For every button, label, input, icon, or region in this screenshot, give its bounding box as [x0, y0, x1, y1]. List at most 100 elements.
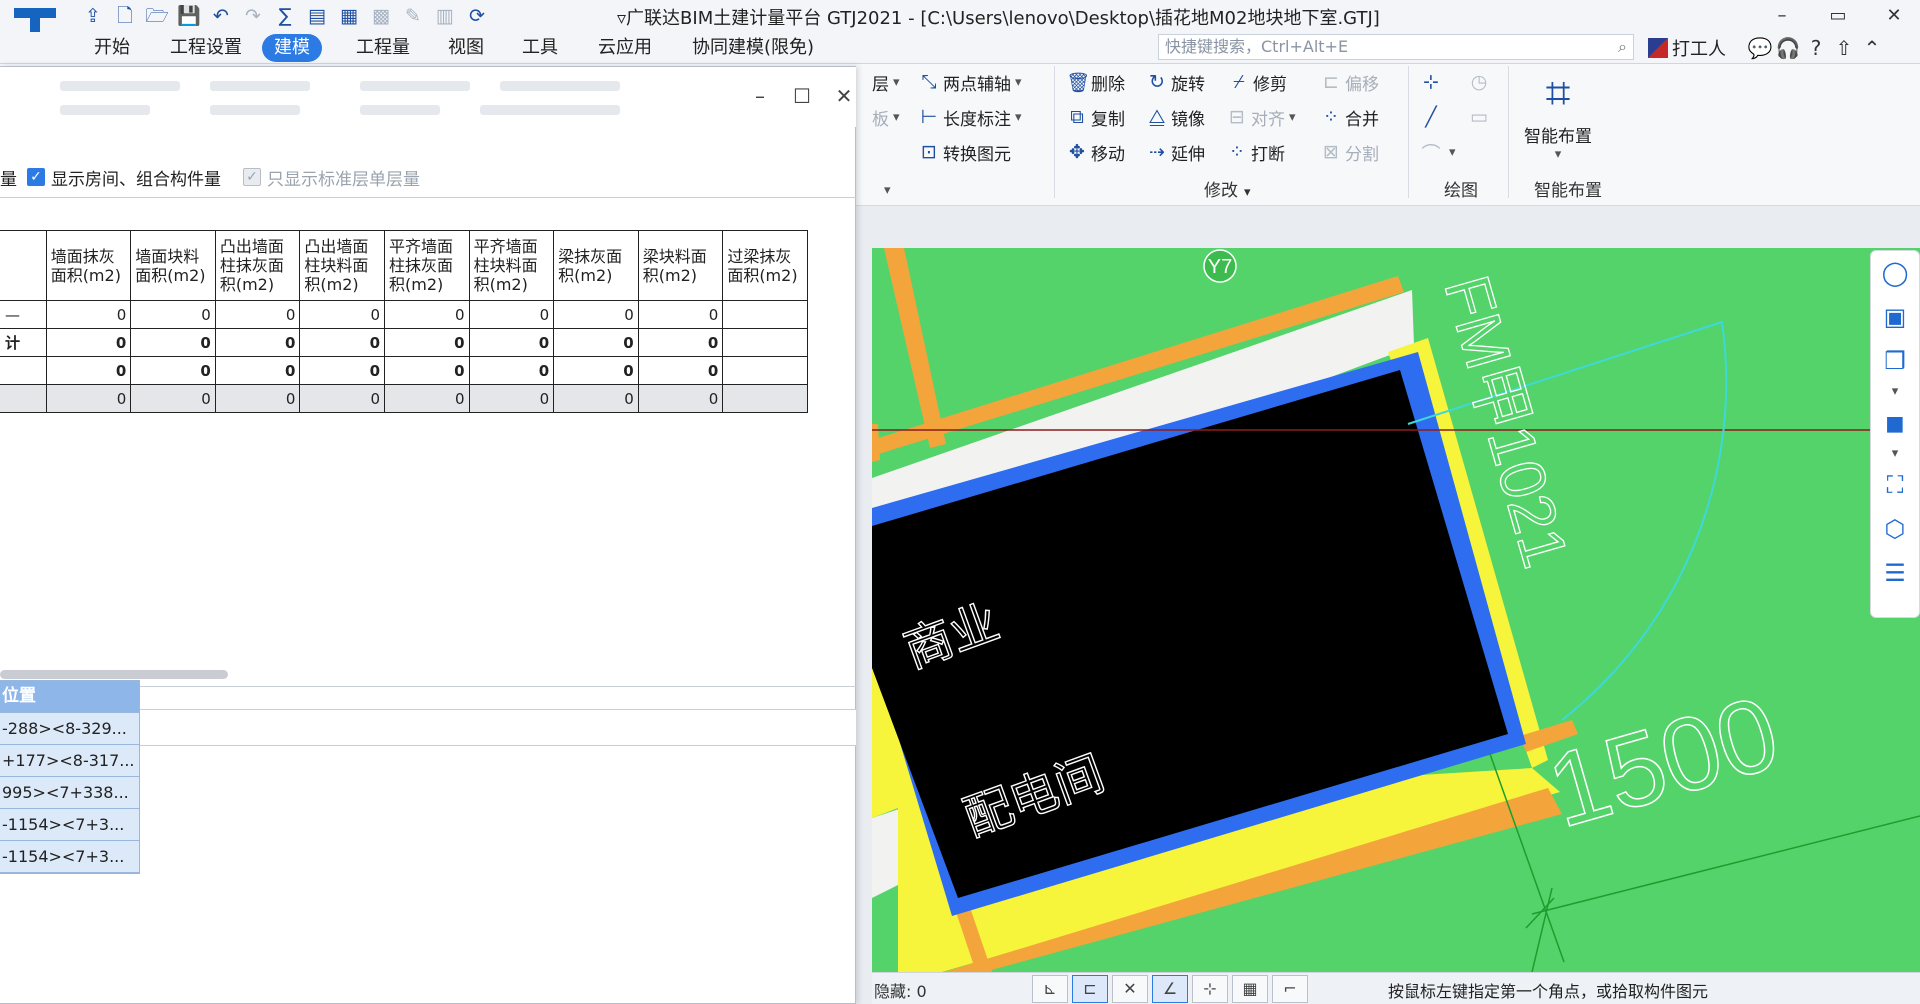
upload-icon[interactable]: ⇪ — [80, 4, 106, 28]
panel-minimize-button[interactable]: – — [742, 81, 778, 111]
shortcut-search-input[interactable]: 快捷键搜索，Ctrl+Alt+E ⌕ — [1158, 34, 1634, 60]
draw-arc-button[interactable]: ⌒ ▾ — [1420, 138, 1455, 166]
fit-view-icon[interactable]: ⛶ — [1871, 463, 1919, 507]
table-row[interactable]: 0 0 0 0 0 0 0 0 — [0, 356, 808, 385]
undo-icon[interactable]: ↶ — [208, 4, 234, 28]
sync-icon[interactable]: ⟳ — [464, 4, 490, 28]
chevron-down-icon[interactable]: ▾ — [1871, 445, 1919, 463]
dynamic-input-icon[interactable]: ⌐ — [1272, 975, 1308, 1003]
list-item[interactable]: 995><7+338... — [0, 777, 139, 809]
grid-snap-icon[interactable]: ▦ — [1232, 975, 1268, 1003]
orthogonal-icon[interactable]: ⊾ — [1032, 975, 1068, 1003]
chevron-down-icon[interactable]: ▾ — [1871, 383, 1919, 401]
offset-snap-icon[interactable]: ⊹ — [1192, 975, 1228, 1003]
panel-maximize-button[interactable]: ☐ — [784, 81, 820, 111]
trim-button[interactable]: ⌿ 修剪 — [1228, 68, 1287, 96]
restore-button[interactable]: ▭ — [1818, 2, 1858, 30]
smart-layout-button[interactable]: ⌗ 智能布置 ▾ — [1514, 66, 1602, 162]
col-header[interactable]: 墙面抹灰面积(m2) — [45, 230, 132, 301]
show-rooms-label[interactable]: 显示房间、组合构件量 — [51, 165, 221, 190]
headset-icon[interactable]: 🎧 — [1774, 36, 1802, 60]
draw-rect-button[interactable]: ▭ — [1468, 103, 1493, 131]
solid-view-icon[interactable]: ◼ — [1871, 401, 1919, 445]
angle-snap-icon[interactable]: ∠ — [1152, 975, 1188, 1003]
offset-button[interactable]: ⊏ 偏移 — [1320, 68, 1379, 96]
cross-snap-icon[interactable]: ✕ — [1112, 975, 1148, 1003]
col-header[interactable]: 平齐墙面柱块料面积(m2) — [468, 230, 555, 301]
chat-icon[interactable]: 💬 — [1746, 36, 1774, 60]
user-avatar[interactable] — [1648, 38, 1668, 58]
mirror-button[interactable]: ⧋ 镜像 — [1146, 103, 1205, 131]
list-item[interactable]: -288><8-329... — [0, 713, 139, 745]
list-item[interactable]: +177><8-317... — [0, 745, 139, 777]
copy-button[interactable]: ⧉ 复制 — [1066, 103, 1125, 131]
redo-icon[interactable]: ↷ — [240, 4, 266, 28]
tab-start[interactable]: 开始 — [82, 34, 142, 62]
user-name[interactable]: 打工人 — [1672, 35, 1726, 61]
modify-group-label[interactable]: 修改 ▾ — [1204, 176, 1251, 201]
save-icon[interactable]: 💾 — [176, 4, 202, 28]
merge-button[interactable]: ⁘ 合并 — [1320, 103, 1379, 131]
col-header[interactable]: 凸出墙面柱抹灰面积(m2) — [214, 230, 301, 301]
draw-line-button[interactable]: ╱ — [1420, 103, 1445, 131]
properties-icon[interactable]: ☰ — [1871, 551, 1919, 595]
move-button[interactable]: ✥ 移动 — [1066, 138, 1125, 166]
column-icon[interactable]: ▥ — [432, 4, 458, 28]
quantity-table-area[interactable]: 房间 墙面抹灰面积(m2) 墙面块料面积(m2) 凸出墙面柱抹灰面积(m2) 凸… — [0, 197, 856, 687]
new-file-icon[interactable]: 🗋 — [112, 4, 138, 28]
table-row[interactable]: — 0 0 0 0 0 0 0 0 — [0, 300, 808, 329]
draw-point-button[interactable]: ⊹ — [1420, 68, 1445, 96]
ribbon-group-expand[interactable]: ▾ — [880, 176, 891, 204]
tab-tools[interactable]: 工具 — [510, 34, 570, 62]
report-icon[interactable]: ▤ — [304, 4, 330, 28]
extend-button[interactable]: ⇢ 延伸 — [1146, 138, 1205, 166]
sum-icon[interactable]: ∑ — [272, 4, 298, 28]
3d-view-icon[interactable]: ▣ — [1871, 295, 1919, 339]
convert-element-button[interactable]: ⊡ 转换图元 — [918, 138, 1011, 166]
open-folder-icon[interactable]: 🗁 — [144, 4, 170, 28]
close-button[interactable]: ✕ — [1874, 2, 1914, 30]
collapse-ribbon-icon[interactable]: ⌃ — [1858, 36, 1886, 60]
rotate-button[interactable]: ↻ 旋转 — [1146, 68, 1205, 96]
tab-modeling[interactable]: 建模 — [262, 34, 322, 62]
align-button[interactable]: ⊟ 对齐 ▾ — [1226, 103, 1296, 131]
skin-icon[interactable]: ⇧ — [1830, 36, 1858, 60]
ribbon-layer-item[interactable]: 层 ▾ — [872, 68, 900, 96]
col-header[interactable]: 梁块料面积(m2) — [637, 230, 724, 301]
help-icon[interactable]: ? — [1802, 36, 1830, 60]
col-header[interactable]: 梁抹灰面积(m2) — [553, 230, 639, 301]
break-button[interactable]: ⁘ 打断 — [1226, 138, 1285, 166]
title-caret-icon[interactable]: ▿ — [617, 8, 626, 29]
panel-title-bar[interactable]: – ☐ ✕ — [0, 67, 856, 127]
grid-view-icon[interactable]: ▦ — [336, 4, 362, 28]
cube-view-icon[interactable]: ❒ — [1871, 339, 1919, 383]
tab-view[interactable]: 视图 — [436, 34, 496, 62]
ribbon-slab-item[interactable]: 板 ▾ — [872, 103, 900, 131]
delete-button[interactable]: 🗑 删除 — [1066, 68, 1125, 96]
orbit-icon[interactable]: ◯ — [1871, 251, 1919, 295]
list-item[interactable]: -1154><7+3... — [0, 841, 139, 873]
object-snap-icon[interactable]: ⊏ — [1072, 975, 1108, 1003]
tab-cloud[interactable]: 云应用 — [586, 34, 664, 62]
length-dimension-button[interactable]: ⊢ 长度标注 ▾ — [918, 103, 1022, 131]
search-icon[interactable]: ⌕ — [1618, 35, 1627, 59]
show-rooms-checkbox[interactable]: ✓ — [27, 168, 45, 186]
col-header-room[interactable]: 房间 — [0, 230, 47, 301]
tab-quantities[interactable]: 工程量 — [344, 34, 422, 62]
draw-circle-button[interactable]: ◷ — [1468, 68, 1493, 96]
col-header[interactable]: 凸出墙面柱块料面积(m2) — [299, 230, 385, 301]
drawing-canvas[interactable]: Y7 商业 配电间 FM甲1021 1500 — [872, 248, 1920, 972]
edit-icon[interactable]: ✎ — [400, 4, 426, 28]
table-row[interactable]: 计 0 0 0 0 0 0 0 0 — [0, 328, 808, 357]
col-header[interactable]: 墙面块料面积(m2) — [130, 230, 216, 301]
box-view-icon[interactable]: ⬡ — [1871, 507, 1919, 551]
minimize-button[interactable]: – — [1762, 2, 1802, 30]
location-header[interactable]: 位置 — [0, 681, 139, 713]
col-header[interactable]: 过梁抹灰面积(m2) — [722, 230, 808, 301]
panel-close-button[interactable]: ✕ — [826, 81, 862, 111]
table-row[interactable]: 0 0 0 0 0 0 0 0 — [0, 384, 808, 413]
tab-collab-modeling[interactable]: 协同建模(限免) — [680, 34, 826, 62]
col-header[interactable]: 平齐墙面柱抹灰面积(m2) — [384, 230, 470, 301]
horizontal-scrollbar[interactable] — [0, 670, 228, 679]
layer-icon[interactable]: ▩ — [368, 4, 394, 28]
